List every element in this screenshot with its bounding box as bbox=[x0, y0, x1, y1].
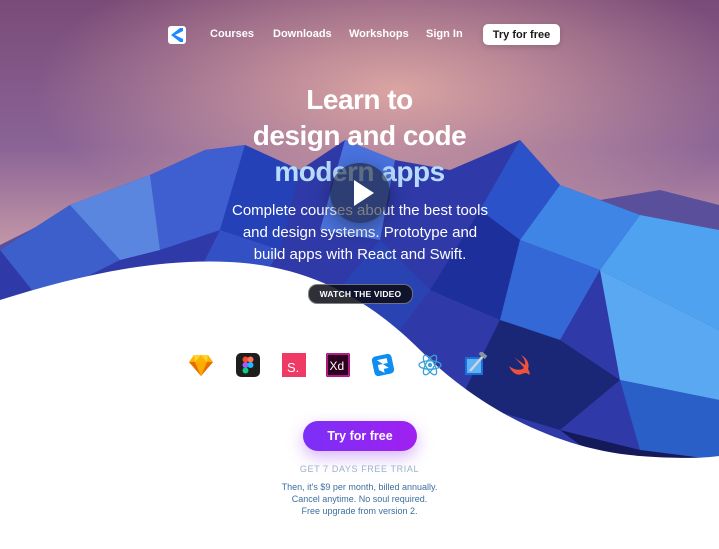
sketch-icon bbox=[188, 352, 214, 378]
play-icon bbox=[354, 180, 374, 206]
hero-title-line-2: design and code bbox=[252, 120, 467, 151]
nav-try-free-button[interactable]: Try for free bbox=[483, 24, 560, 45]
watch-video-button[interactable]: WATCH THE VIDEO bbox=[308, 284, 413, 304]
xd-icon: Xd bbox=[325, 352, 351, 378]
hero-title-line-1: Learn to bbox=[306, 84, 413, 115]
framer-icon bbox=[370, 352, 396, 378]
nav-link-workshops[interactable]: Workshops bbox=[349, 28, 409, 40]
studio-icon: S. bbox=[281, 352, 307, 378]
studio-letter: S. bbox=[287, 360, 299, 375]
xd-letters: Xd bbox=[330, 359, 345, 373]
xcode-icon bbox=[462, 352, 488, 378]
react-icon bbox=[417, 352, 443, 378]
nav-link-downloads[interactable]: Downloads bbox=[273, 28, 332, 40]
top-navigation: Courses Downloads Workshops Sign In Try … bbox=[0, 0, 719, 70]
nav-link-courses[interactable]: Courses bbox=[210, 28, 254, 40]
fine-print-line-1: Then, it's $9 per month, billed annually… bbox=[281, 482, 438, 492]
swift-icon bbox=[506, 352, 532, 378]
play-video-button[interactable] bbox=[330, 163, 390, 223]
figma-icon bbox=[235, 352, 261, 378]
trial-label: GET 7 DAYS FREE TRIAL bbox=[299, 464, 420, 474]
fine-print-line-3: Free upgrade from version 2. bbox=[301, 506, 418, 516]
fine-print-line-2: Cancel anytime. No soul required. bbox=[291, 494, 428, 504]
nav-link-sign-in[interactable]: Sign In bbox=[426, 28, 463, 40]
try-free-button[interactable]: Try for free bbox=[303, 421, 417, 451]
logo-icon[interactable] bbox=[168, 26, 186, 44]
